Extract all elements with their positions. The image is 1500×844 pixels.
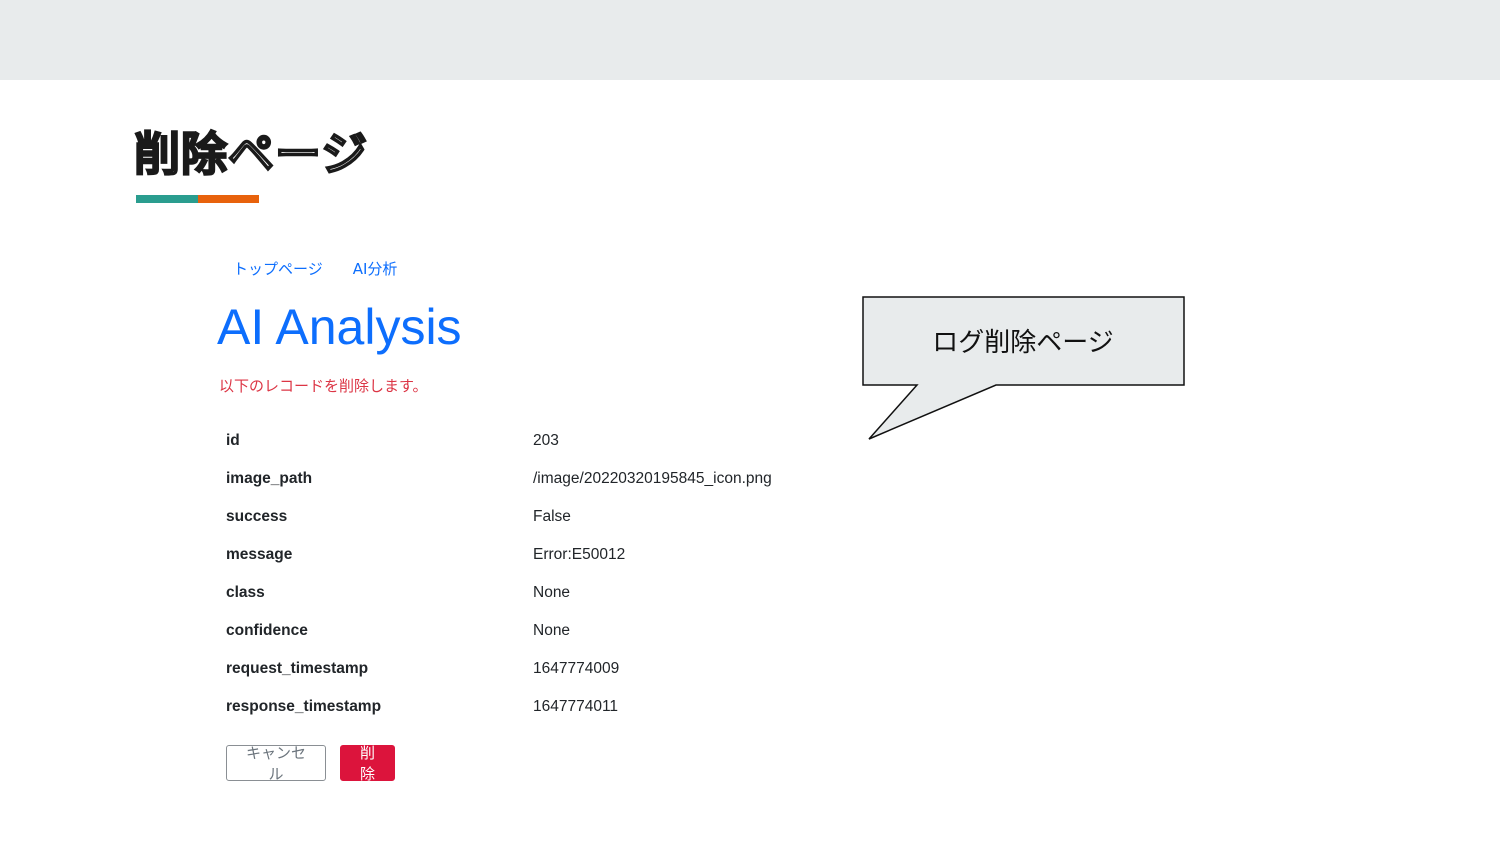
field-key: success bbox=[226, 508, 288, 525]
callout-text: ログ削除ページ bbox=[932, 328, 1114, 358]
field-key: response_timestamp bbox=[226, 698, 382, 715]
speech-bubble-shape bbox=[862, 296, 1185, 440]
field-value: /image/20220320195845_icon.png bbox=[533, 470, 772, 487]
field-key: request_timestamp bbox=[226, 660, 369, 677]
field-key: message bbox=[226, 546, 293, 563]
table-row: success False bbox=[226, 498, 772, 536]
field-value: None bbox=[533, 622, 571, 639]
title-underline bbox=[136, 195, 259, 203]
table-row: message Error:E50012 bbox=[226, 536, 772, 574]
top-nav: トップページ AI分析 bbox=[233, 258, 397, 279]
field-value: False bbox=[533, 508, 571, 525]
field-key: confidence bbox=[226, 622, 308, 639]
page-heading: AI Analysis bbox=[217, 299, 462, 355]
field-value: None bbox=[533, 584, 571, 601]
field-key: image_path bbox=[226, 470, 313, 487]
field-value: 1647774011 bbox=[533, 698, 619, 715]
field-value: Error:E50012 bbox=[533, 546, 626, 563]
table-row: id 203 bbox=[226, 422, 772, 460]
delete-warning: 以下のレコードを削除します。 bbox=[219, 377, 428, 395]
field-value: 1647774009 bbox=[533, 660, 620, 677]
table-row: response_timestamp 1647774011 bbox=[226, 688, 772, 726]
table-row: confidence None bbox=[226, 612, 772, 650]
cancel-button[interactable]: キャンセル bbox=[226, 744, 326, 783]
nav-link-ai-analysis[interactable]: AI分析 bbox=[353, 258, 398, 279]
field-key: class bbox=[226, 584, 265, 601]
underline-segment-orange bbox=[198, 195, 259, 203]
underline-segment-teal bbox=[136, 195, 198, 203]
record-table: id 203 image_path /image/20220320195845_… bbox=[226, 422, 772, 726]
delete-button[interactable]: 削除 bbox=[340, 744, 395, 783]
table-row: request_timestamp 1647774009 bbox=[226, 650, 772, 688]
header-band bbox=[0, 0, 1500, 80]
table-row: image_path /image/20220320195845_icon.pn… bbox=[226, 460, 772, 498]
action-buttons: キャンセル 削除 bbox=[226, 744, 395, 783]
field-key: id bbox=[226, 432, 240, 449]
field-value: 203 bbox=[533, 432, 559, 449]
nav-link-top[interactable]: トップページ bbox=[233, 258, 323, 279]
speech-bubble-callout: ログ削除ページ bbox=[862, 296, 1186, 442]
table-row: class None bbox=[226, 574, 772, 612]
slide-title: 削除ページ bbox=[133, 126, 369, 182]
